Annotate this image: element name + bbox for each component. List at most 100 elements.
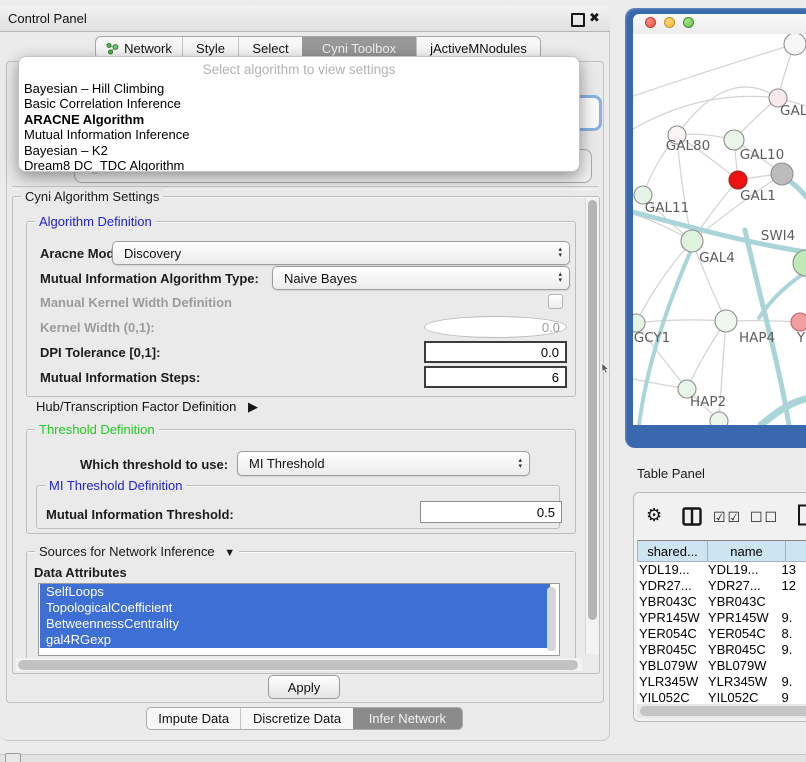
table-cell: 9. (778, 610, 806, 626)
scrollbar-thumb[interactable] (588, 200, 597, 620)
network-edge-highlight[interactable] (790, 181, 806, 197)
swi4-node[interactable] (793, 250, 806, 276)
data-attribute-gal4rgexp[interactable]: gal4RGexp (40, 632, 550, 648)
algorithm-option-bayesian-k2[interactable]: Bayesian – K2 (19, 143, 579, 158)
aracne-mode-select[interactable]: Discovery ▴▾ (112, 241, 570, 265)
algorithm-option-aracne-algorithm[interactable]: ARACNE Algorithm (19, 112, 579, 127)
algorithm-option-basic-correlation-inference[interactable]: Basic Correlation Inference (19, 96, 579, 111)
network-window-titlebar[interactable] (633, 14, 806, 34)
document-icon[interactable] (797, 504, 806, 526)
mi-algorithm-type-value: Naive Bayes (284, 271, 357, 286)
zoom-window-icon[interactable] (683, 17, 694, 28)
network-edge[interactable] (636, 320, 726, 323)
table-row[interactable]: YBR045CYBR045C9. (637, 642, 806, 658)
algorithm-option-dream8-dc-tdc-algorithm[interactable]: Dream8 DC_TDC Algorithm (19, 158, 579, 172)
control-panel-header (0, 6, 610, 32)
node-label-y: Y (796, 330, 806, 346)
bottom-node[interactable] (710, 412, 728, 425)
network-edge-highlight[interactable] (745, 230, 789, 425)
data-attributes-list[interactable]: SelfLoopsTopologicalCoefficientBetweenne… (38, 583, 560, 656)
table-cell: YBR043C (637, 594, 704, 610)
split-columns-icon[interactable] (682, 507, 702, 526)
algorithm-option-bayesian-hill-climbing[interactable]: Bayesian – Hill Climbing (19, 81, 579, 96)
corner-node[interactable] (784, 34, 806, 55)
data-attribute-topologicalcoefficient[interactable]: TopologicalCoefficient (40, 600, 550, 616)
network-edge[interactable] (633, 96, 778, 129)
tab-label: Network (124, 41, 172, 56)
data-attribute-selfloops[interactable]: SelfLoops (40, 584, 550, 600)
salmon-node[interactable] (791, 313, 806, 331)
column-header-shared[interactable]: shared... (637, 540, 708, 562)
table-cell: YDL19... (637, 562, 704, 578)
scrollbar-thumb[interactable] (640, 706, 806, 716)
node-label-gal: GAL (780, 103, 806, 119)
minimize-window-icon[interactable] (664, 17, 675, 28)
table-row[interactable]: YDL19...YDL19...13 (637, 562, 806, 578)
table-cell: YBR045C (704, 642, 778, 658)
mi-algorithm-type-select[interactable]: Naive Bayes ▴▾ (272, 266, 570, 290)
mouse-cursor (601, 363, 611, 375)
table-cell (778, 594, 806, 610)
table-cell: YDL19... (704, 562, 778, 578)
node-label-hap4: HAP4 (739, 330, 775, 346)
network-edge[interactable] (633, 44, 795, 96)
deselect-all-icon[interactable]: ☐☐ (750, 509, 779, 526)
table-cell: YER054C (704, 626, 778, 642)
bottom-tab-infer-network[interactable]: Infer Network (353, 708, 462, 729)
mi-steps-input[interactable]: 6 (424, 366, 567, 388)
select-all-icon[interactable]: ☑☑ (713, 509, 742, 526)
bottom-tab-discretize-data[interactable]: Discretize Data (240, 708, 352, 729)
table-cell: 13 (778, 562, 806, 578)
dpi-tolerance-input[interactable]: 0.0 (424, 341, 567, 363)
minimized-panel-icon[interactable] (5, 753, 21, 762)
gear-icon[interactable]: ⚙ (646, 505, 662, 526)
scrollbar-thumb[interactable] (18, 660, 578, 670)
table-row[interactable]: YIL052CYIL052C9 (637, 690, 806, 704)
which-threshold-select[interactable]: MI Threshold ▴▾ (237, 451, 530, 476)
table-cell: YDR27... (704, 578, 778, 594)
hub-definition-toggle[interactable]: Hub/Transcription Factor Definition ▶ (36, 399, 258, 415)
close-window-icon[interactable] (645, 17, 656, 28)
list-scrollbar-thumb[interactable] (547, 587, 556, 651)
column-header-name[interactable]: name (708, 540, 786, 562)
status-strip (0, 754, 806, 762)
table-row[interactable]: YER054CYER054C8. (637, 626, 806, 642)
network-edge[interactable] (636, 241, 692, 323)
mi-threshold-input[interactable]: 0.5 (420, 501, 562, 523)
apply-button[interactable]: Apply (268, 675, 340, 699)
data-attribute-betweennesscentrality[interactable]: BetweennessCentrality (40, 616, 550, 632)
table-row[interactable]: YLR345WYLR345W9. (637, 674, 806, 690)
network-edge[interactable] (687, 321, 726, 389)
close-panel-button[interactable]: ✖ (589, 10, 600, 26)
table-row[interactable]: YBR043CYBR043C (637, 594, 806, 610)
column-header-extra[interactable] (786, 540, 806, 562)
manual-kernel-checkbox[interactable] (548, 294, 563, 309)
float-window-button[interactable] (571, 13, 585, 27)
gal1-node[interactable] (729, 171, 747, 189)
network-canvas[interactable]: GALGAL80GAL10GAL1GAL11SWI4GAL4GCY1HAP4YH… (633, 34, 806, 425)
gray-node[interactable] (771, 163, 793, 185)
screen: Control Panel ✖ NetworkStyleSelectCyni T… (0, 0, 806, 762)
node-label-gal80: GAL80 (666, 138, 710, 154)
table-row[interactable]: YDR27...YDR27...12 (637, 578, 806, 594)
table-cell: YBL079W (704, 658, 778, 674)
gal4-node[interactable] (681, 230, 703, 252)
network-edge-highlight[interactable] (759, 272, 806, 318)
table-cell: YBL079W (637, 658, 704, 674)
hap4-node[interactable] (715, 310, 737, 332)
algorithm-option-mutual-information-inference[interactable]: Mutual Information Inference (19, 127, 579, 142)
collapse-arrow-icon: ▼ (224, 547, 235, 559)
sources-toggle[interactable]: Sources for Network Inference ▼ (35, 544, 239, 559)
group-title: MI Threshold Definition (45, 478, 186, 493)
bottom-tab-bar: Impute DataDiscretize DataInfer Network (146, 707, 463, 730)
network-icon (106, 42, 119, 55)
table-row[interactable]: YPR145WYPR145W9. (637, 610, 806, 626)
table-horizontal-scrollbar[interactable] (637, 704, 806, 718)
table-body: YDL19...YDL19...13YDR27...YDR27...12YBR0… (637, 562, 806, 704)
table-cell: 8. (778, 626, 806, 642)
settings-horizontal-scrollbar[interactable] (16, 658, 582, 671)
kernel-width-input[interactable]: 0.0 (424, 316, 567, 338)
settings-vertical-scrollbar[interactable] (585, 198, 599, 654)
bottom-tab-impute-data[interactable]: Impute Data (147, 708, 240, 729)
table-row[interactable]: YBL079WYBL079W (637, 658, 806, 674)
